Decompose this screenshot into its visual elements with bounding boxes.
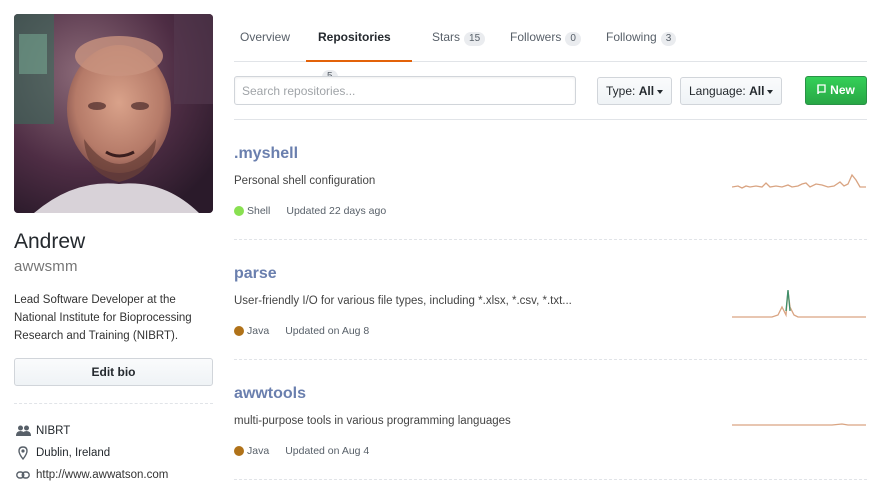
language-filter-value: All bbox=[749, 84, 765, 98]
language-filter-select[interactable]: Language: All bbox=[680, 77, 783, 105]
repo-name-link[interactable]: .myshell bbox=[234, 145, 298, 163]
repo-language: Java bbox=[247, 325, 270, 337]
profile-location: Dublin, Ireland bbox=[14, 442, 214, 464]
activity-sparkline bbox=[732, 173, 866, 189]
repo-name-link[interactable]: parse bbox=[234, 265, 277, 283]
avatar-photo bbox=[14, 14, 213, 213]
repo-icon bbox=[817, 78, 826, 105]
new-repository-button[interactable]: New bbox=[805, 76, 867, 105]
profile-divider bbox=[14, 403, 213, 404]
repo-list-item: parse User-friendly I/O for various file… bbox=[234, 240, 867, 360]
edit-bio-button[interactable]: Edit bio bbox=[14, 358, 213, 386]
profile-bio: Lead Software Developer at the National … bbox=[14, 294, 192, 342]
repo-description: multi-purpose tools in various programmi… bbox=[234, 415, 511, 427]
activity-sparkline bbox=[732, 289, 866, 318]
profile-avatar[interactable] bbox=[14, 14, 213, 213]
tab-repositories-label: Repositories bbox=[318, 30, 391, 44]
repo-name-link[interactable]: awwtools bbox=[234, 385, 306, 403]
repository-search-input[interactable] bbox=[234, 76, 576, 105]
repo-meta: Shell Updated 22 days ago bbox=[234, 205, 386, 217]
profile-fullname: Andrew bbox=[14, 230, 86, 253]
organization-text: NIBRT bbox=[36, 425, 71, 437]
link-icon bbox=[14, 470, 32, 480]
profile-tabs: Overview Repositories5 Stars15 Followers… bbox=[234, 18, 867, 84]
tab-following[interactable]: Following 3 bbox=[606, 18, 677, 62]
repo-updated: Updated 22 days ago bbox=[286, 205, 387, 217]
repo-language: Shell bbox=[247, 205, 271, 217]
tab-followers-label: Followers bbox=[510, 30, 562, 44]
location-icon bbox=[14, 446, 32, 460]
repo-list-item: .myshell Personal shell configuration Sh… bbox=[234, 120, 867, 240]
tab-overview[interactable]: Overview bbox=[240, 18, 290, 62]
repo-list-item: awwtools multi-purpose tools in various … bbox=[234, 360, 867, 480]
tab-overview-label: Overview bbox=[240, 30, 291, 44]
language-color-dot bbox=[234, 206, 244, 216]
language-color-dot bbox=[234, 326, 244, 336]
tab-repositories[interactable]: Repositories5 bbox=[306, 18, 412, 84]
repo-description: User-friendly I/O for various file types… bbox=[234, 295, 572, 307]
language-color-dot bbox=[234, 446, 244, 456]
repo-meta: Java Updated on Aug 4 bbox=[234, 445, 369, 457]
organization-icon bbox=[14, 425, 32, 437]
tab-stars-label: Stars bbox=[432, 30, 461, 44]
repo-updated: Updated on Aug 4 bbox=[285, 445, 370, 457]
location-text: Dublin, Ireland bbox=[36, 447, 111, 459]
followers-count: 0 bbox=[565, 32, 581, 46]
type-filter-value: All bbox=[638, 84, 655, 98]
type-filter-label: Type: bbox=[606, 84, 636, 98]
profile-website[interactable]: http://www.awwatson.com bbox=[14, 464, 214, 486]
following-count: 3 bbox=[660, 32, 677, 46]
stars-count: 15 bbox=[464, 32, 486, 46]
language-filter-label: Language: bbox=[689, 84, 746, 98]
website-link[interactable]: http://www.awwatson.com bbox=[36, 469, 168, 481]
profile-details: NIBRT Dublin, Ireland http://www.awwatso… bbox=[14, 420, 214, 486]
new-repository-label: New bbox=[830, 83, 855, 97]
tab-followers[interactable]: Followers 0 bbox=[510, 18, 581, 62]
tab-following-label: Following bbox=[606, 30, 657, 44]
chevron-down-icon bbox=[657, 89, 664, 94]
repo-meta: Java Updated on Aug 8 bbox=[234, 325, 369, 337]
profile-organization: NIBRT bbox=[14, 420, 214, 442]
type-filter-select[interactable]: Type: All bbox=[597, 77, 673, 105]
activity-sparkline bbox=[732, 423, 866, 426]
tab-stars[interactable]: Stars 15 bbox=[432, 18, 486, 62]
chevron-down-icon bbox=[767, 89, 774, 94]
repo-divider bbox=[234, 479, 867, 480]
profile-username: awwsmm bbox=[14, 258, 78, 275]
repo-updated: Updated on Aug 8 bbox=[285, 325, 370, 337]
repo-language: Java bbox=[247, 445, 270, 457]
repo-description: Personal shell configuration bbox=[234, 175, 376, 187]
